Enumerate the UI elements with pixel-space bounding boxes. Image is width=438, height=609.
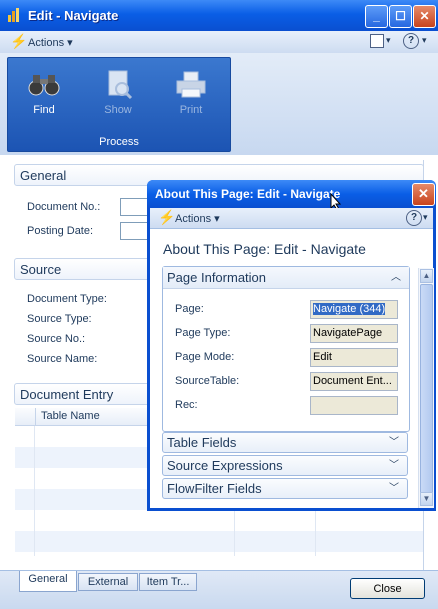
dialog-scrollbar[interactable]: ▲ ▼ xyxy=(418,268,434,508)
source-expressions-label: Source Expressions xyxy=(167,458,283,473)
bottom-tab-external[interactable]: External xyxy=(78,573,138,591)
flowfilter-fields-label: FlowFilter Fields xyxy=(167,481,262,496)
dialog-title-bar[interactable]: About This Page: Edit - Navigate ✕ xyxy=(147,180,436,211)
source-type-label: Source Type: xyxy=(27,313,92,325)
help-dropdown-icon[interactable]: ▾ xyxy=(423,212,428,223)
show-button[interactable]: Show xyxy=(90,70,146,116)
close-window-button[interactable]: ✕ xyxy=(413,5,436,28)
ribbon-group-process: Find Show Print Process xyxy=(7,57,231,152)
about-page-dialog: About This Page: Edit - Navigate ✕ ⚡ Act… xyxy=(147,180,436,511)
title-bar[interactable]: Edit - Navigate _ ☐ ✕ xyxy=(0,0,438,31)
document-magnifier-icon xyxy=(108,70,133,100)
help-icon[interactable]: ? xyxy=(403,33,419,49)
help-icon[interactable]: ? xyxy=(406,210,422,226)
maximize-button[interactable]: ☐ xyxy=(389,5,412,28)
dialog-action-bar: ⚡ Actions ▾ ? ▾ xyxy=(150,208,433,229)
posting-date-field[interactable] xyxy=(120,222,150,240)
page-mode-label: Page Mode: xyxy=(175,351,235,363)
page-type-label: Page Type: xyxy=(175,327,231,339)
chevron-up-icon: ︿ xyxy=(391,272,401,283)
table-fields-label: Table Fields xyxy=(167,435,237,450)
printer-icon xyxy=(176,71,206,98)
document-type-label: Document Type: xyxy=(27,293,107,305)
lightning-icon: ⚡ xyxy=(158,209,176,225)
app-icon xyxy=(7,8,21,22)
help-dropdown-icon[interactable]: ▾ xyxy=(422,35,427,46)
fasttab-table-fields[interactable]: Table Fields ﹀ xyxy=(162,432,408,453)
page-type-value[interactable]: NavigatePage xyxy=(310,324,398,343)
chevron-down-icon: ﹀ xyxy=(389,460,399,471)
dialog-actions-menu[interactable]: Actions ▾ xyxy=(175,212,220,225)
source-table-label: SourceTable: xyxy=(175,375,240,387)
find-label: Find xyxy=(33,104,55,116)
source-no-label: Source No.: xyxy=(27,333,86,345)
scroll-down-icon[interactable]: ▼ xyxy=(420,492,433,506)
rec-value[interactable] xyxy=(310,396,398,415)
fasttab-general-label: General xyxy=(20,168,67,183)
grid-divider xyxy=(35,408,36,425)
binoculars-icon xyxy=(28,75,60,96)
window-title: Edit - Navigate xyxy=(28,8,119,23)
actions-label: Actions xyxy=(28,37,65,49)
actions-menu[interactable]: Actions ▾ xyxy=(28,36,73,49)
fasttab-page-information[interactable]: Page Information ︿ xyxy=(163,267,409,289)
page-information-section: Page Information ︿ Page: Navigate (344) … xyxy=(162,266,410,432)
lightning-icon: ⚡ xyxy=(10,33,28,49)
dialog-title: About This Page: Edit - Navigate xyxy=(155,187,341,201)
page-mode-value[interactable]: Edit xyxy=(310,348,398,367)
grid-divider xyxy=(34,426,35,556)
dialog-body: ⚡ Actions ▾ ? ▾ About This Page: Edit - … xyxy=(150,208,434,508)
page-label: Page: xyxy=(175,303,204,315)
bottom-tab-item-tracking[interactable]: Item Tr... xyxy=(139,573,197,591)
action-bar: ⚡ Actions ▾ ▾ ? ▾ xyxy=(0,31,438,54)
layout-icon[interactable] xyxy=(370,34,384,48)
table-row[interactable] xyxy=(15,531,424,552)
column-header-table-name[interactable]: Table Name xyxy=(41,410,100,422)
minimize-button[interactable]: _ xyxy=(365,5,388,28)
fasttab-source-label: Source xyxy=(20,262,62,277)
posting-date-label: Posting Date: xyxy=(27,225,94,237)
chevron-down-icon: ﹀ xyxy=(389,437,399,448)
page-value[interactable]: Navigate (344) xyxy=(310,300,398,319)
fasttab-source-expressions[interactable]: Source Expressions ﹀ xyxy=(162,455,408,476)
show-label: Show xyxy=(104,104,132,116)
source-table-value[interactable]: Document Ent... xyxy=(310,372,398,391)
table-row[interactable] xyxy=(15,510,424,531)
source-name-label: Source Name: xyxy=(27,353,98,365)
chevron-down-icon: ﹀ xyxy=(389,483,399,494)
fasttab-document-entry-label: Document Entry xyxy=(20,387,114,402)
layout-dropdown-icon[interactable]: ▾ xyxy=(386,35,391,46)
close-button[interactable]: Close xyxy=(350,578,425,599)
scroll-up-icon[interactable]: ▲ xyxy=(420,269,433,283)
dialog-actions-label: Actions xyxy=(175,213,212,225)
print-button[interactable]: Print xyxy=(163,70,219,116)
print-label: Print xyxy=(179,104,203,116)
scrollbar-thumb[interactable] xyxy=(420,284,433,502)
dialog-heading: About This Page: Edit - Navigate xyxy=(163,241,366,257)
dialog-close-button[interactable]: ✕ xyxy=(412,183,435,206)
page-information-label: Page Information xyxy=(167,270,267,285)
bottom-tab-general[interactable]: General xyxy=(19,571,77,592)
bottom-bar: General External Item Tr... Close xyxy=(0,570,438,609)
page-value-text: Navigate (344) xyxy=(313,303,386,315)
find-button[interactable]: Find xyxy=(16,70,72,116)
fasttab-flowfilter-fields[interactable]: FlowFilter Fields ﹀ xyxy=(162,478,408,499)
ribbon-group-label: Process xyxy=(99,136,139,148)
document-no-field[interactable] xyxy=(120,198,150,216)
document-no-label: Document No.: xyxy=(27,201,101,213)
rec-label: Rec: xyxy=(175,399,198,411)
